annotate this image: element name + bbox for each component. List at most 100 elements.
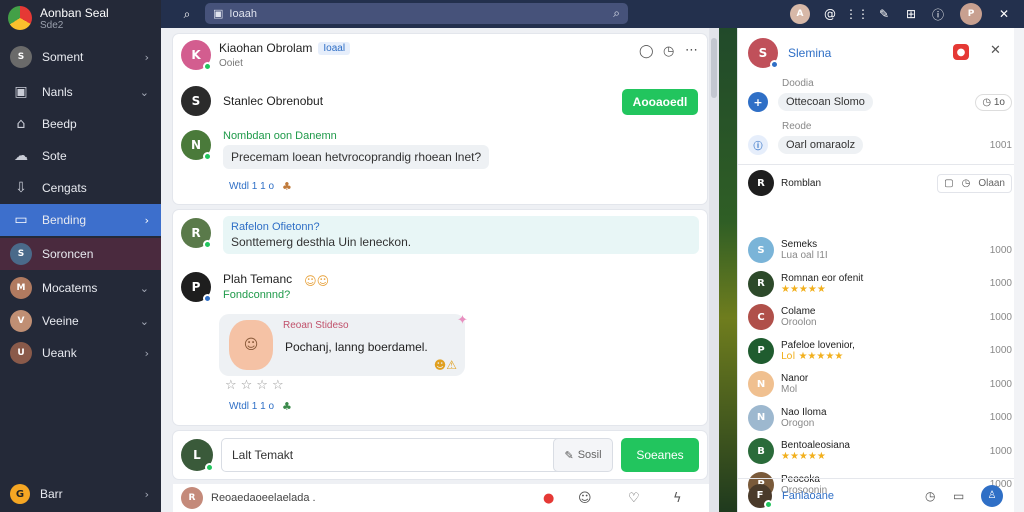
post-text: Sonttemerg desthla Uin leneckon. [231, 235, 412, 249]
apps-icon[interactable]: ⊞ [901, 4, 921, 24]
contact-row[interactable]: R Romnan eor ofenit ★★★★★ 1000 [748, 267, 1012, 301]
sidebar-item-veeine[interactable]: V Veeine ⌄ [0, 305, 161, 337]
share-icon[interactable]: ✎ [874, 4, 894, 24]
rating-stars[interactable]: ☆☆☆☆ [225, 378, 288, 393]
search-icon[interactable]: ⌕ [177, 4, 197, 24]
user-avatar[interactable]: F [748, 483, 773, 509]
user-avatar[interactable]: S [748, 38, 779, 69]
app-title: Aonban Seal [40, 5, 109, 20]
like-icon[interactable]: ♣ [282, 180, 292, 193]
user-avatar[interactable]: P [181, 272, 212, 303]
user-avatar[interactable]: R [181, 218, 212, 249]
window-icon: ▭ [14, 212, 28, 228]
search-input[interactable]: ▣ Ioaah ⌕ [205, 3, 628, 24]
user-avatar[interactable]: R [181, 487, 203, 509]
panel-row-text: Oarl omaraolz [778, 136, 864, 154]
app-logo [8, 6, 32, 30]
chevron-down-icon: ⌄ [139, 281, 149, 295]
sticker-text: Pochanj, lanng boerdamel. [285, 340, 428, 354]
user-avatar[interactable]: K [181, 40, 212, 71]
scrollbar-thumb[interactable] [711, 38, 717, 98]
contact-row[interactable]: N Nao Iloma Orogon 1000 [748, 401, 1012, 435]
author-name[interactable]: Rafelon Ofietonn? [231, 221, 691, 233]
window-icon[interactable]: ▭ [953, 489, 964, 503]
feed-scrollbar[interactable] [709, 28, 719, 512]
user-avatar[interactable]: L [181, 439, 214, 472]
comment-author[interactable]: Nombdan oon Danemn [223, 130, 489, 142]
like-icon[interactable]: ♣ [282, 400, 292, 413]
more-icon[interactable]: ⋯ [685, 43, 698, 58]
panel-scrollbar[interactable] [1014, 28, 1024, 512]
action-group[interactable]: ▢ ◷ Olaan [937, 173, 1012, 193]
secondary-button[interactable]: ✎ Sosil [553, 438, 613, 472]
user-avatar[interactable]: N [181, 130, 212, 161]
sidebar-item-cengats[interactable]: ⇩ Cengats [0, 172, 161, 204]
close-icon[interactable]: ✕ [994, 4, 1014, 24]
count-badge[interactable]: ◷ 1o [975, 93, 1012, 111]
cloud-icon: ☁ [14, 148, 28, 164]
profile-icon[interactable]: ♙ [981, 484, 1003, 507]
sidebar-item-soment[interactable]: S Soment › [0, 41, 161, 73]
emoji-icon: ☻⚠ [433, 358, 457, 372]
search-icon[interactable]: ⌕ [613, 6, 620, 21]
clock-icon[interactable]: ◷ [663, 44, 674, 59]
message-input[interactable]: Lalt Temakt [221, 438, 581, 472]
bolt-icon[interactable]: ϟ [673, 491, 682, 506]
chat-icon[interactable]: ▢ [944, 178, 953, 189]
follow-button[interactable]: Aooaoedl [622, 89, 698, 115]
contact-time: 1000 [989, 412, 1012, 423]
sidebar-item-nanls[interactable]: ▣ Nanls ⌄ [0, 76, 161, 108]
sidebar-item-label: Beedp [42, 117, 77, 131]
contact-row[interactable]: S Semeks Lua oal I1I 1000 [748, 233, 1012, 267]
reaction-icon[interactable]: ♡ [628, 491, 640, 506]
chevron-down-icon: ⌄ [139, 314, 149, 328]
at-icon[interactable]: @ [820, 4, 840, 24]
user-avatar: M [10, 277, 32, 299]
author-name[interactable]: Plah Temanc [223, 272, 292, 286]
comment-icon[interactable]: ◯ [639, 44, 654, 59]
panel-row[interactable]: ⓘ Oarl omaraolz 1001 [748, 133, 1012, 157]
user-avatar: U [10, 342, 32, 364]
contact-row[interactable]: R Romblan ▢ ◷ Olaan [748, 166, 1012, 200]
sidebar-item-soroncen[interactable]: S Soroncen [0, 238, 161, 270]
send-button[interactable]: Soeanes [621, 438, 699, 472]
search-input-value: Ioaah [229, 7, 257, 20]
feed: K Kiaohan Obrolam Ioaal Ooiet ◯ ◷ ⋯ S St… [161, 28, 719, 512]
comment-meta: Wtdl 1 1 o ♣ [229, 400, 292, 413]
sidebar-item-ueank[interactable]: U Ueank › [0, 337, 161, 369]
sidebar-item-mocatems[interactable]: M Mocatems ⌄ [0, 272, 161, 304]
sidebar-item-sote[interactable]: ☁ Sote [0, 140, 161, 172]
author-tag: Ioaal [318, 41, 351, 55]
user-avatar[interactable]: A [790, 4, 810, 24]
user-avatar: V [10, 310, 32, 332]
user-avatar: N [748, 404, 774, 431]
close-icon[interactable]: ✕ [990, 43, 1001, 58]
contact-row[interactable]: C Colame Oroolon 1000 [748, 300, 1012, 334]
grid-icon[interactable]: ⋮⋮ [845, 4, 869, 24]
user-avatar: S [10, 243, 32, 265]
post-card: R Rafelon Ofietonn? Sonttemerg desthla U… [173, 210, 707, 425]
clock-icon[interactable]: ◷ [925, 489, 935, 503]
profile-avatar[interactable]: P [960, 3, 982, 25]
panel-row[interactable]: + Ottecoan Slomo ◷ 1o [748, 90, 1012, 114]
sidebar-item-label: Sote [42, 149, 67, 163]
contact-row[interactable]: B Bentoaleosiana ★★★★★ 1000 [748, 434, 1012, 468]
smile-icon[interactable]: ☺ [578, 491, 592, 506]
contact-status: Lol ★★★★★ [781, 350, 844, 362]
contact-row[interactable]: P Pafeloe lovenior, Lol ★★★★★ 1000 [748, 334, 1012, 368]
sidebar-item-bending[interactable]: ▭ Bending › [0, 204, 161, 236]
author-name[interactable]: Kiaohan Obrolam [219, 41, 312, 55]
info-icon[interactable]: ⓘ [928, 4, 948, 24]
sidebar-item-label: Veeine [42, 314, 79, 328]
sidebar-footer[interactable]: G Barr › [0, 478, 161, 510]
notification-icon[interactable]: ● [953, 44, 969, 60]
sidebar-item-beedp[interactable]: ⌂ Beedp [0, 108, 161, 140]
contact-row[interactable]: N Nanor Mol 1000 [748, 367, 1012, 401]
user-avatar[interactable]: S [181, 86, 211, 116]
clock-icon[interactable]: ◷ [962, 178, 971, 189]
sidebar: Aonban Seal Sde2 S Soment › ▣ Nanls ⌄ ⌂ … [0, 0, 161, 512]
author-name[interactable]: Stanlec Obrenobut [223, 94, 323, 108]
contact-name: Semeks [781, 239, 818, 250]
add-icon[interactable]: + [748, 92, 768, 112]
heart-icon[interactable]: ● [543, 491, 554, 506]
